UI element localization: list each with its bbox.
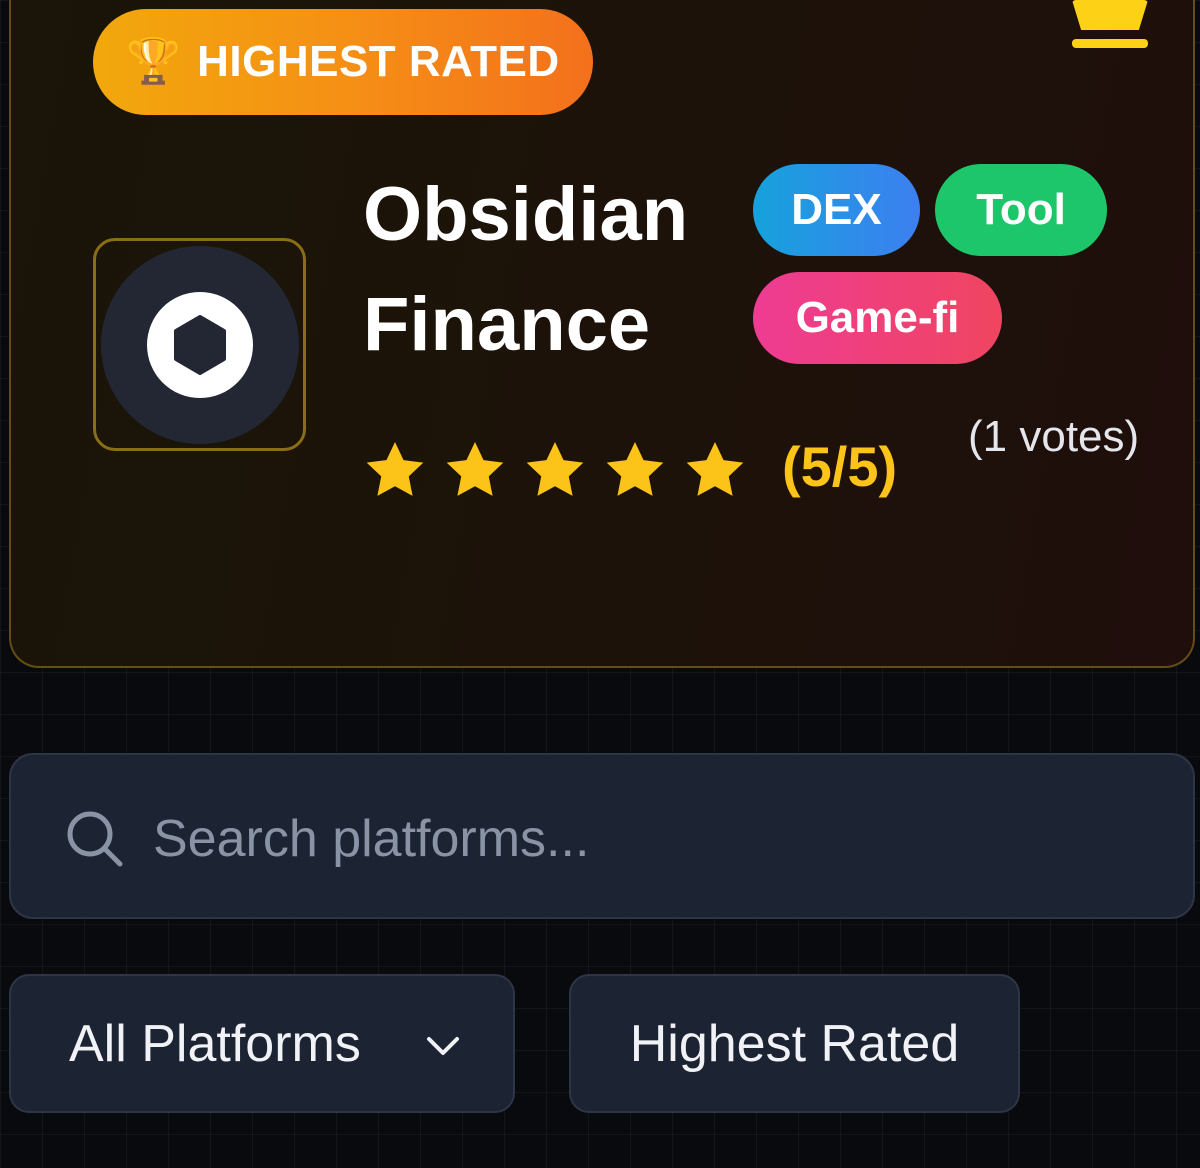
star-rating <box>362 430 762 510</box>
tag-tool[interactable]: Tool <box>935 164 1107 256</box>
chevron-down-icon <box>427 1037 459 1055</box>
vote-count: (1 votes) <box>968 412 1140 461</box>
search-input[interactable] <box>151 795 1155 883</box>
highest-rated-badge: 🏆 HIGHEST RATED <box>93 9 593 115</box>
tag-game-fi[interactable]: Game-fi <box>753 272 1002 364</box>
menu-icon[interactable] <box>1072 0 1148 50</box>
rating-score: (5/5) <box>782 435 898 498</box>
star-icon <box>446 441 504 496</box>
star-icon <box>366 441 424 496</box>
platform-filter-label: All Platforms <box>69 1014 361 1073</box>
star-icon <box>686 441 744 496</box>
star-icon <box>606 441 664 496</box>
sort-button[interactable]: Highest Rated <box>569 974 1020 1113</box>
hexagon-logo-icon <box>146 291 253 398</box>
search-icon <box>67 811 123 867</box>
badge-label: HIGHEST RATED <box>197 37 560 86</box>
sort-button-label: Highest Rated <box>629 1014 960 1073</box>
platform-filter-select[interactable]: All Platforms <box>9 974 515 1113</box>
trophy-icon: 🏆 <box>126 37 182 86</box>
search-box[interactable] <box>9 753 1195 919</box>
tag-dex[interactable]: DEX <box>753 164 920 256</box>
star-icon <box>526 441 584 496</box>
platform-logo <box>93 238 306 451</box>
platform-name[interactable]: Obsidian Finance <box>363 160 743 380</box>
